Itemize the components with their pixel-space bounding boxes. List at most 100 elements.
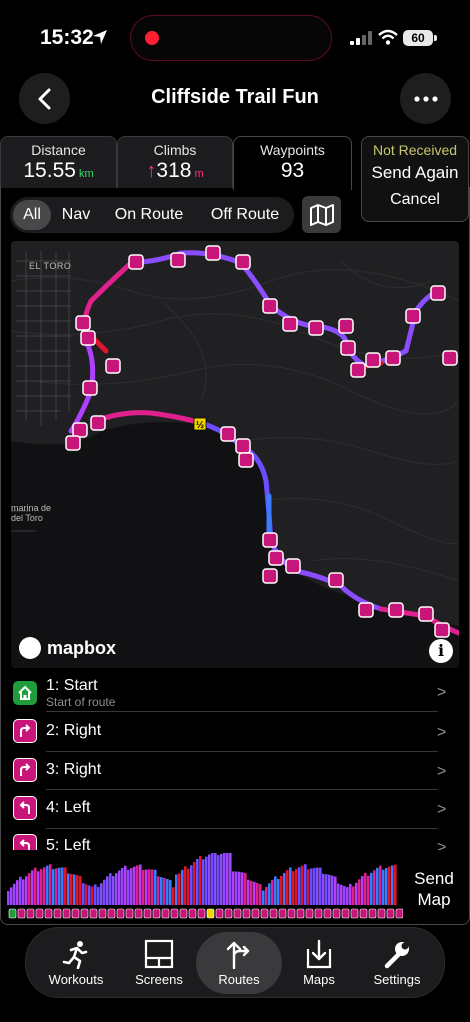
elevation-bar <box>280 875 283 905</box>
filter-on-route[interactable]: On Route <box>106 200 192 230</box>
more-options-button[interactable] <box>400 73 451 124</box>
tab-routes[interactable]: Routes <box>196 932 282 994</box>
waypoint-marker[interactable] <box>235 254 251 270</box>
chevron-right-icon: > <box>437 763 447 780</box>
elevation-bar <box>112 876 115 905</box>
send-map-button[interactable]: Send Map <box>405 868 463 910</box>
elevation-bar <box>301 865 304 905</box>
waypoint-marker[interactable] <box>170 252 186 268</box>
tab-settings[interactable]: Settings <box>354 932 440 994</box>
filter-off-route[interactable]: Off Route <box>202 200 288 230</box>
tab-settings-label: Settings <box>373 972 421 987</box>
tab-climbs[interactable]: Climbs ↑318 m <box>117 136 233 188</box>
climbs-value: 318 <box>156 159 192 182</box>
strip-waypoint-marker <box>26 908 35 919</box>
turn-left-icon <box>13 796 37 820</box>
list-item[interactable]: 1: Start Start of route > <box>0 674 470 712</box>
waypoint-marker[interactable] <box>285 558 301 574</box>
waypoint-marker[interactable] <box>80 330 96 346</box>
elevation-bar <box>268 883 271 905</box>
waypoint-marker[interactable] <box>262 298 278 314</box>
list-item[interactable]: 2: Right > <box>0 714 470 752</box>
dynamic-island <box>130 15 332 61</box>
waypoint-marker[interactable] <box>268 550 284 566</box>
strip-waypoint-marker <box>323 908 332 919</box>
waypoint-marker[interactable] <box>75 315 91 331</box>
waypoint-marker[interactable] <box>340 340 356 356</box>
elevation-bar <box>58 867 61 905</box>
elevation-bar <box>199 855 202 905</box>
elevation-bar <box>253 881 256 905</box>
list-item[interactable]: 3: Right > <box>0 752 470 790</box>
back-button[interactable] <box>19 73 70 124</box>
list-item[interactable]: 4: Left > <box>0 791 470 829</box>
elevation-bar <box>73 874 76 905</box>
waypoint-marker[interactable] <box>262 532 278 548</box>
waypoint-marker[interactable] <box>105 358 121 374</box>
waypoint-marker[interactable] <box>82 380 98 396</box>
waypoint-marker[interactable] <box>262 568 278 584</box>
chevron-right-icon: > <box>437 839 447 850</box>
strip-waypoint-marker <box>386 908 395 919</box>
waypoint-marker[interactable] <box>338 318 354 334</box>
send-again-button[interactable]: Send Again <box>362 163 468 183</box>
elevation-bar <box>376 867 379 905</box>
climbs-unit: m <box>194 168 204 180</box>
waypoint-marker[interactable] <box>350 362 366 378</box>
strip-waypoint-marker <box>260 908 269 919</box>
elevation-bar <box>124 865 127 905</box>
tab-waypoints[interactable]: Waypoints 93 <box>233 136 352 190</box>
waypoint-marker[interactable] <box>220 426 236 442</box>
waypoint-marker[interactable] <box>388 602 404 618</box>
waypoint-marker[interactable] <box>358 602 374 618</box>
waypoint-marker[interactable] <box>65 435 81 451</box>
tab-maps[interactable]: Maps <box>276 932 362 994</box>
map-canvas: EL TORO marina de del Toro ½ <box>11 245 459 668</box>
waypoint-marker[interactable] <box>90 415 106 431</box>
strip-waypoint-marker <box>152 908 161 919</box>
tab-workouts[interactable]: Workouts <box>33 932 119 994</box>
strip-waypoint-marker <box>179 908 188 919</box>
elevation-bar <box>85 884 88 905</box>
elevation-bar <box>379 865 382 905</box>
strip-waypoint-marker <box>125 908 134 919</box>
waypoint-marker[interactable] <box>328 572 344 588</box>
waypoint-marker[interactable] <box>365 352 381 368</box>
waypoint-marker[interactable] <box>238 452 254 468</box>
filter-nav[interactable]: Nav <box>54 200 98 230</box>
tab-distance[interactable]: Distance 15.55 km <box>0 136 117 188</box>
filter-all[interactable]: All <box>13 200 51 230</box>
waypoint-marker[interactable] <box>385 350 401 366</box>
tab-screens[interactable]: Screens <box>116 932 202 994</box>
waypoint-marker[interactable] <box>235 438 251 454</box>
list-item[interactable]: 5: Left > <box>0 829 470 850</box>
distance-value-row: 15.55 km <box>1 159 116 183</box>
chevron-right-icon: > <box>437 684 447 701</box>
map-info-button[interactable]: i <box>429 639 453 663</box>
route-map[interactable]: EL TORO marina de del Toro ½ mapbox i <box>11 241 459 668</box>
elevation-bar <box>196 858 199 905</box>
elevation-bar <box>76 875 79 905</box>
waypoint-marker[interactable] <box>418 606 434 622</box>
waypoint-list[interactable]: 1: Start Start of route > 2: Right > 3: … <box>0 674 470 850</box>
waypoint-marker[interactable] <box>434 622 450 638</box>
waypoint-marker[interactable] <box>308 320 324 336</box>
elevation-bar <box>133 866 136 905</box>
waypoint-marker[interactable] <box>405 308 421 324</box>
elevation-profile[interactable] <box>7 853 403 923</box>
waypoint-marker[interactable] <box>72 422 88 438</box>
elevation-bar <box>28 873 31 905</box>
waypoint-marker[interactable] <box>430 285 446 301</box>
waypoint-name: 4: Left <box>46 799 91 816</box>
elevation-bar <box>313 867 316 905</box>
waypoint-marker[interactable] <box>442 350 458 366</box>
elevation-bar <box>367 875 370 905</box>
battery-indicator: 60 <box>403 30 433 46</box>
waypoint-marker[interactable] <box>128 254 144 270</box>
waypoint-marker[interactable] <box>205 245 221 261</box>
elevation-bar <box>262 890 265 905</box>
strip-waypoint-marker <box>206 908 215 919</box>
waypoint-marker[interactable] <box>282 316 298 332</box>
map-view-toggle-button[interactable] <box>302 196 341 233</box>
elevation-bar <box>391 865 394 905</box>
